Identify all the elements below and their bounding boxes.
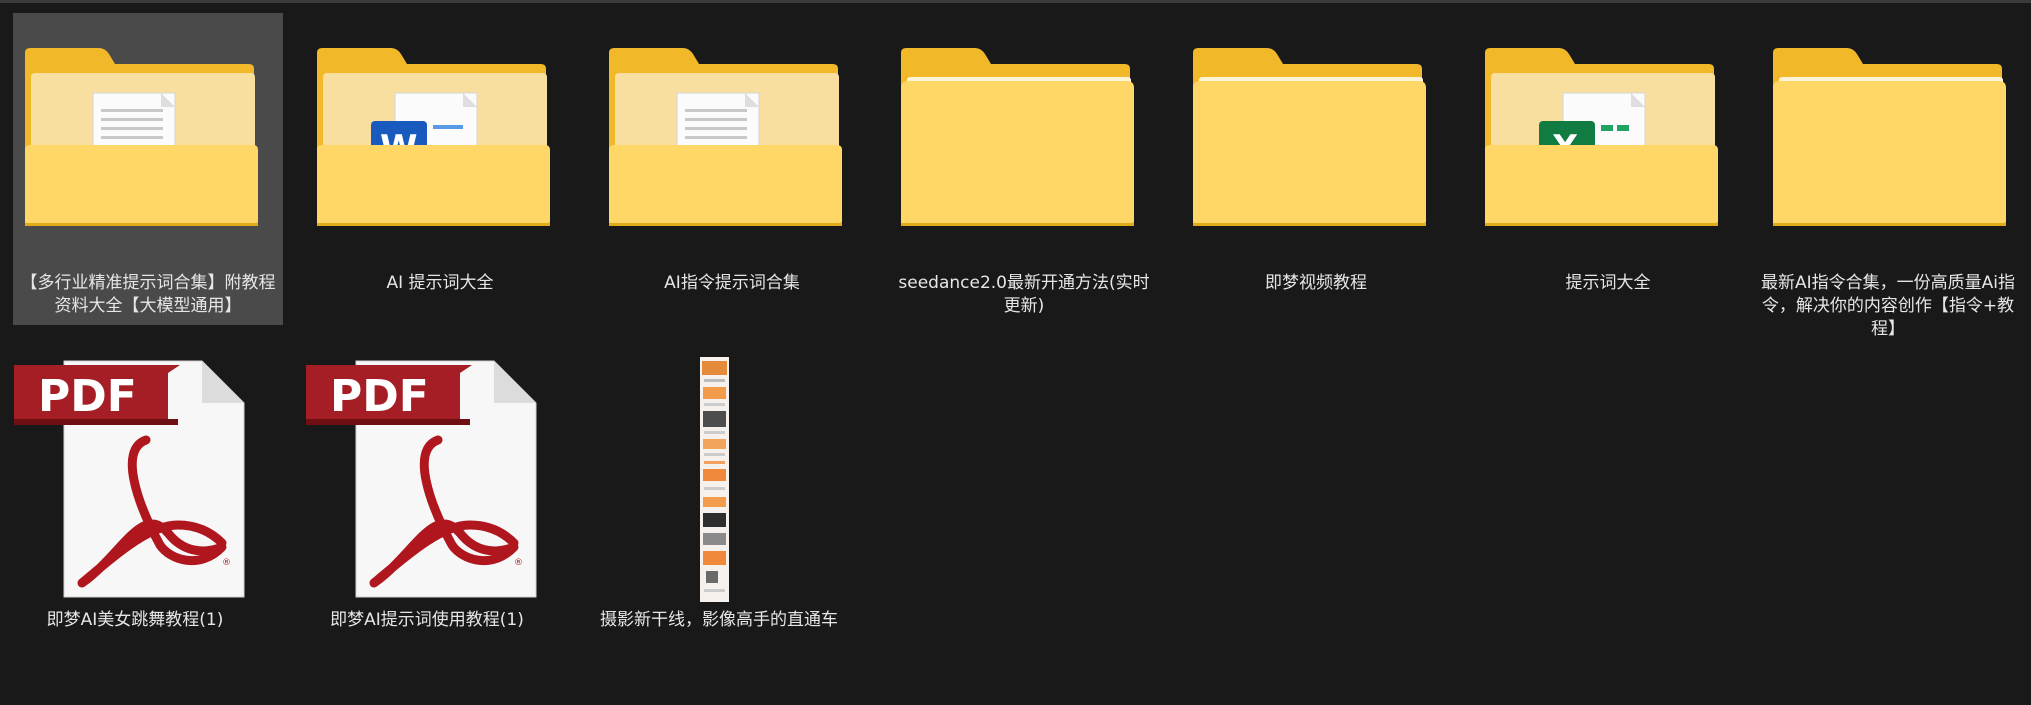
file-label: 即梦视频教程: [1265, 273, 1367, 293]
svg-text:®: ®: [514, 558, 523, 568]
file-label: 最新AI指令合集，一份高质量Ai指令，解决你的内容创作【指令+教程】: [1761, 273, 2015, 339]
pdf-file-icon: PDF ®: [306, 360, 537, 598]
file-label: 摄影新干线，影像高手的直通车: [600, 610, 838, 630]
file-label: 【多行业精准提示词合集】附教程资料大全【大模型通用】: [20, 273, 276, 316]
file-label: AI指令提示词合集: [664, 273, 800, 293]
folder-empty-icon: [1193, 48, 1426, 226]
image-thumbnail: [700, 357, 729, 602]
file-item-folder-2[interactable]: W AI 提示词大全: [305, 13, 575, 325]
file-label: seedance2.0最新开通方法(实时更新): [898, 273, 1150, 316]
file-item-folder-3[interactable]: AI指令提示词合集: [597, 13, 867, 325]
file-label: 即梦AI美女跳舞教程(1): [46, 610, 224, 630]
pdf-badge: PDF: [330, 371, 429, 422]
svg-text:®: ®: [222, 558, 231, 568]
file-label: 提示词大全: [1565, 273, 1651, 293]
file-label: 即梦AI提示词使用教程(1): [330, 610, 524, 630]
file-item-folder-1[interactable]: 【多行业精准提示词合集】附教程资料大全【大模型通用】: [13, 13, 283, 325]
file-grid: 【多行业精准提示词合集】附教程资料大全【大模型通用】 W AI 提示词大全 AI: [0, 0, 2031, 705]
folder-empty-icon: [901, 48, 1134, 226]
pdf-file-icon: PDF ®: [14, 360, 245, 598]
folder-icon: [609, 48, 842, 226]
file-item-folder-6[interactable]: X 提示词大全: [1473, 13, 1743, 325]
file-item-image[interactable]: 摄影新干线，影像高手的直通车: [584, 355, 854, 645]
file-item-folder-7[interactable]: 最新AI指令合集，一份高质量Ai指令，解决你的内容创作【指令+教程】: [1753, 13, 2023, 343]
folder-icon: [25, 48, 258, 226]
file-item-pdf-1[interactable]: PDF ® 即梦AI美女跳舞教程(1): [0, 355, 270, 645]
folder-empty-icon: [1773, 48, 2006, 226]
file-item-pdf-2[interactable]: PDF ® 即梦AI提示词使用教程(1): [292, 355, 562, 645]
file-item-folder-5[interactable]: 即梦视频教程: [1181, 13, 1451, 325]
pdf-badge: PDF: [38, 371, 137, 422]
file-item-folder-4[interactable]: seedance2.0最新开通方法(实时更新): [889, 13, 1159, 325]
folder-excel-icon: X: [1485, 48, 1718, 226]
folder-word-icon: W: [317, 48, 550, 226]
file-label: AI 提示词大全: [386, 273, 494, 293]
